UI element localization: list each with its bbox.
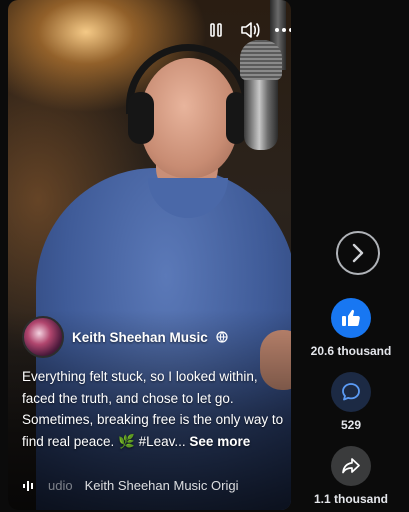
comment-icon [342, 383, 360, 401]
comment-count: 529 [340, 418, 362, 432]
headphone-earcup-right [226, 92, 246, 144]
audio-label: udio [48, 478, 73, 493]
pause-icon[interactable] [206, 20, 226, 40]
globe-icon [216, 331, 228, 343]
share-count: 1.1 thousand [313, 492, 388, 506]
chevron-right-icon [352, 243, 364, 263]
like-action[interactable]: 20.6 thousand [303, 298, 399, 358]
thumbs-up-icon [342, 309, 360, 326]
comment-action[interactable]: 529 [303, 372, 399, 432]
like-count: 20.6 thousand [310, 344, 392, 358]
comment-button[interactable] [331, 372, 371, 412]
share-action[interactable]: 1.1 thousand [303, 446, 399, 506]
see-more-link[interactable]: See more [189, 434, 250, 449]
author-row: Keith Sheehan Music [22, 316, 228, 358]
video-caption: Everything felt stuck, so I looked withi… [22, 366, 284, 452]
audio-row[interactable]: udio Keith Sheehan Music Origi [22, 478, 284, 493]
headphone-earcup-left [128, 92, 154, 144]
next-video-button[interactable] [336, 231, 380, 275]
avatar[interactable] [22, 316, 64, 358]
audio-icon [23, 480, 33, 491]
share-icon [342, 458, 360, 474]
more-icon[interactable] [274, 20, 291, 40]
video-top-controls [206, 20, 291, 40]
audio-track-name[interactable]: Keith Sheehan Music Origi [85, 478, 239, 493]
like-button[interactable] [331, 298, 371, 338]
share-button[interactable] [331, 446, 371, 486]
microphone-grille [240, 40, 282, 80]
volume-icon[interactable] [240, 20, 260, 40]
video-player[interactable]: Keith Sheehan Music Everything felt stuc… [8, 0, 291, 510]
author-name[interactable]: Keith Sheehan Music [72, 330, 208, 345]
